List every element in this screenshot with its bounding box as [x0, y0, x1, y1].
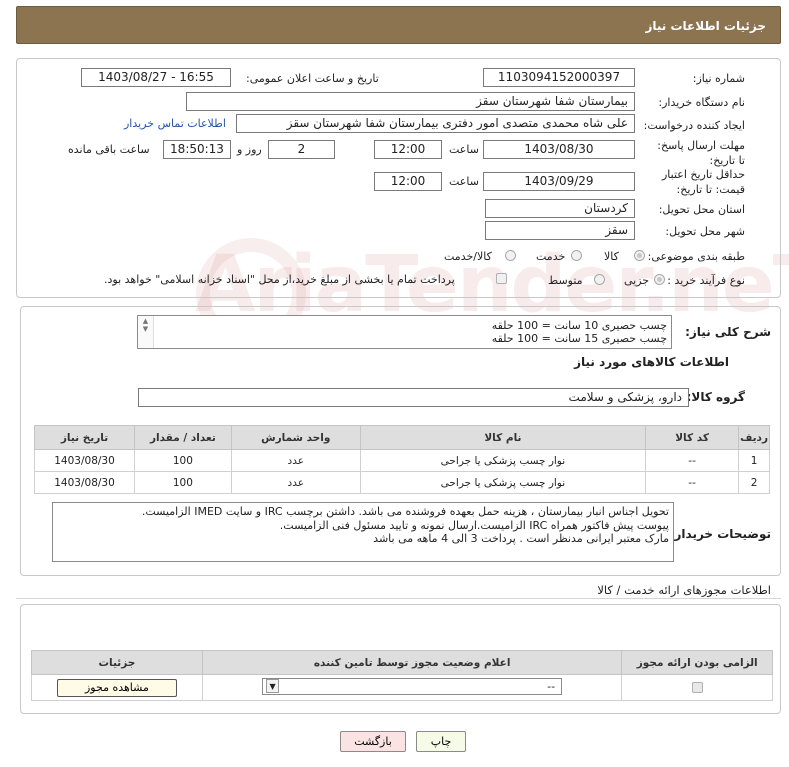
category-option-goods: کالا: [604, 250, 619, 263]
purchase-option-minor: جزیی: [624, 274, 650, 287]
date-cell: 1403/08/30: [33, 471, 136, 494]
validity-label: حداقل تاریخ اعتبار قیمت: تا تاریخ:: [661, 168, 745, 196]
permits-table: الزامی بودن ارائه مجوز اعلام وضعیت مجوز …: [31, 650, 773, 701]
goods-table: ردیف کد کالا نام کالا واحد شمارش تعداد /…: [33, 425, 770, 494]
deadline-date-field[interactable]: 1403/08/30: [483, 140, 635, 159]
announce-date-field[interactable]: 1403/08/27 - 16:55: [81, 68, 231, 87]
goods-group-field[interactable]: دارو، پزشکی و سلامت: [138, 388, 689, 407]
permit-required-header: الزامی بودن ارائه مجوز: [621, 650, 773, 675]
treasury-payment-checkbox[interactable]: [496, 273, 507, 284]
unit-cell: عدد: [230, 471, 361, 494]
row-index-cell: 1: [738, 449, 770, 472]
chevron-down-icon: ▼: [266, 678, 280, 693]
need-number-field[interactable]: 1103094152000397: [483, 68, 635, 87]
buyer-notes-label: توضیحات خریدار:: [669, 527, 771, 541]
table-row[interactable]: 2 -- نوار چسب پزشکی یا جراحی عدد 100 140…: [33, 471, 770, 494]
date-cell: 1403/08/30: [33, 449, 136, 472]
goods-group-label: گروه کالا:: [686, 390, 745, 404]
remaining-time-label: ساعت باقی مانده: [68, 143, 150, 156]
buyer-org-field[interactable]: بیمارستان شفا شهرستان سقز: [186, 92, 635, 111]
buyer-note-line-2: پیوست پیش فاکتور همراه IRC الزامیست.ارسا…: [279, 518, 669, 532]
category-label: طبقه بندی موضوعی:: [647, 250, 745, 263]
creator-label: ایجاد کننده درخواست:: [643, 119, 745, 132]
need-number-label: شماره نیاز:: [692, 72, 745, 85]
col-date-header: تاریخ نیاز: [33, 425, 136, 450]
treasury-payment-note: پرداخت تمام یا بخشی از مبلغ خرید،از محل …: [104, 273, 455, 286]
view-permit-button[interactable]: مشاهده مجوز: [56, 678, 177, 697]
purchase-option-medium: متوسط: [548, 274, 583, 287]
permit-status-cell: ▼ --: [201, 674, 623, 701]
name-cell: نوار چسب پزشکی یا جراحی: [359, 449, 647, 472]
col-qty-header: تعداد / مقدار: [134, 425, 232, 450]
buyer-contact-link[interactable]: اطلاعات تماس خریدار: [124, 117, 226, 130]
purchase-type-label: نوع فرآیند خرید :: [667, 274, 745, 287]
permit-status-value: --: [547, 679, 556, 693]
buyer-notes-textarea[interactable]: تحویل اجناس انبار بیمارستان ، هزینه حمل …: [52, 502, 674, 562]
category-radio-both[interactable]: [505, 250, 516, 261]
city-field[interactable]: سقز: [485, 221, 635, 240]
unit-cell: عدد: [230, 449, 361, 472]
deadline-time-field[interactable]: 12:00: [374, 140, 442, 159]
province-field[interactable]: کردستان: [485, 199, 635, 218]
description-label: شرح کلی نیاز:: [685, 325, 771, 339]
permit-required-cell: [621, 674, 773, 701]
back-button[interactable]: بازگشت: [340, 731, 406, 752]
permit-row: ▼ -- مشاهده مجوز: [31, 674, 773, 701]
province-label: استان محل تحویل:: [658, 203, 745, 216]
permits-divider: [16, 598, 781, 599]
validity-time-field[interactable]: 12:00: [374, 172, 442, 191]
deadline-time-label: ساعت: [449, 143, 479, 156]
category-option-both: کالا/خدمت: [444, 250, 492, 263]
permit-details-header: جزئیات: [31, 650, 203, 675]
col-row-header: ردیف: [738, 425, 770, 450]
code-cell: --: [645, 449, 740, 472]
category-radio-goods[interactable]: [634, 250, 645, 261]
category-option-service: خدمت: [536, 250, 566, 263]
buyer-note-line-3: مارک معتبر ایرانی مدنظر است . پرداخت 3 ا…: [373, 532, 669, 545]
days-label: روز و: [237, 143, 262, 156]
remaining-time-field[interactable]: 18:50:13: [163, 140, 231, 159]
col-code-header: کد کالا: [645, 425, 740, 450]
qty-cell: 100: [134, 449, 232, 472]
description-line-1: چسب حصیری 10 سانت = 100 حلقه: [491, 319, 667, 332]
goods-table-header: ردیف کد کالا نام کالا واحد شمارش تعداد /…: [33, 425, 770, 450]
category-radio-service[interactable]: [571, 250, 582, 261]
permits-section-title: اطلاعات مجوزهای ارائه خدمت / کالا: [597, 583, 771, 597]
col-unit-header: واحد شمارش: [230, 425, 361, 450]
days-remaining-field[interactable]: 2: [268, 140, 335, 159]
code-cell: --: [645, 471, 740, 494]
name-cell: نوار چسب پزشکی یا جراحی: [359, 471, 647, 494]
permit-details-cell: مشاهده مجوز: [31, 674, 203, 701]
purchase-radio-minor[interactable]: [654, 274, 665, 285]
permits-table-header: الزامی بودن ارائه مجوز اعلام وضعیت مجوز …: [31, 650, 773, 675]
validity-date-field[interactable]: 1403/09/29: [483, 172, 635, 191]
qty-cell: 100: [134, 471, 232, 494]
scroll-arrows-icon: ▲ ▼: [142, 317, 149, 333]
permit-required-checkbox[interactable]: [691, 682, 703, 693]
page-header: جزئیات اطلاعات نیاز: [16, 6, 781, 44]
city-label: شهر محل تحویل:: [665, 225, 745, 238]
description-textarea[interactable]: چسب حصیری 10 سانت = 100 حلقه چسب حصیری 1…: [137, 315, 672, 349]
description-line-2: چسب حصیری 15 سانت = 100 حلقه: [491, 332, 667, 345]
goods-info-title: اطلاعات کالاهای مورد نیاز: [574, 355, 729, 369]
validity-time-label: ساعت: [449, 175, 479, 188]
page-title: جزئیات اطلاعات نیاز: [645, 19, 766, 33]
row-index-cell: 2: [738, 471, 770, 494]
purchase-radio-medium[interactable]: [594, 274, 605, 285]
description-scrollbar[interactable]: ▲ ▼: [138, 316, 154, 348]
table-row[interactable]: 1 -- نوار چسب پزشکی یا جراحی عدد 100 140…: [33, 449, 770, 472]
deadline-label: مهلت ارسال پاسخ: تا تاریخ:: [657, 139, 745, 167]
buyer-org-label: نام دستگاه خریدار:: [658, 96, 745, 109]
permit-status-header: اعلام وضعیت مجوز توسط تامین کننده: [201, 650, 623, 675]
buyer-note-line-1: تحویل اجناس انبار بیمارستان ، هزینه حمل …: [141, 505, 669, 518]
print-button[interactable]: چاپ: [416, 731, 466, 752]
permit-status-select[interactable]: ▼ --: [262, 677, 563, 695]
col-name-header: نام کالا: [359, 425, 647, 450]
creator-field[interactable]: علی شاه محمدی متصدی امور دفتری بیمارستان…: [236, 114, 635, 133]
announce-date-label: تاریخ و ساعت اعلان عمومی:: [246, 72, 379, 85]
